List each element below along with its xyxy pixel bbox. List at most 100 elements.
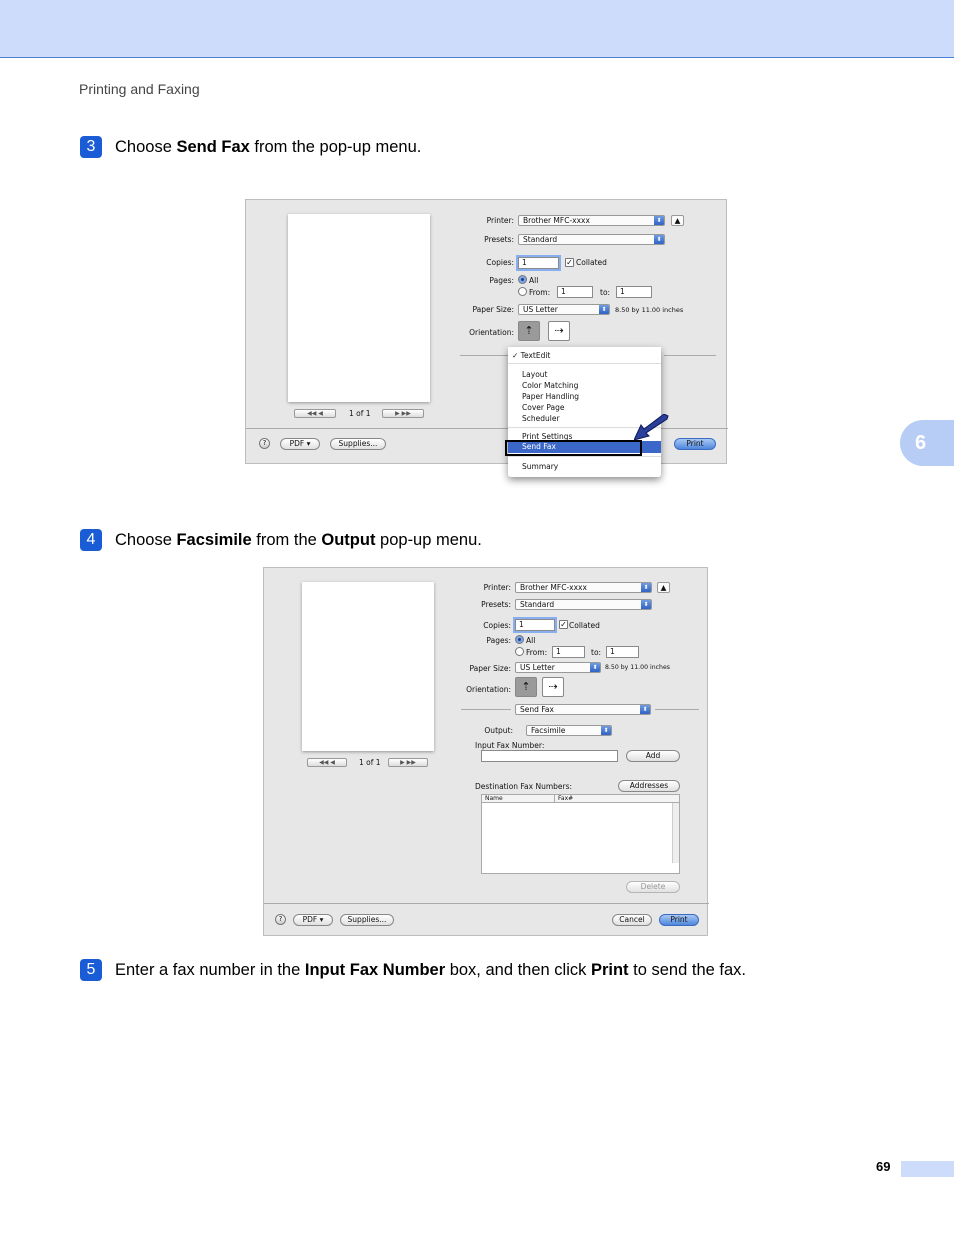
copies-field[interactable]: 1 [518, 257, 559, 269]
supplies-button[interactable]: Supplies... [340, 914, 394, 926]
menu-separator [508, 456, 661, 457]
presets-popup[interactable]: Standard ⬍ [515, 599, 652, 610]
addresses-button[interactable]: Addresses [618, 780, 680, 792]
menu-item-cover-page[interactable]: Cover Page [522, 403, 565, 412]
step-3-text: Choose Send Fax from the pop-up menu. [115, 137, 422, 156]
running-header: Printing and Faxing [79, 81, 200, 97]
popup-arrows-icon: ⬍ [641, 600, 651, 609]
printer-popup[interactable]: Brother MFC-xxxx ⬍ [515, 582, 652, 593]
pane-separator-right [664, 355, 716, 356]
next-last-page-button[interactable]: ▶ ▶▶ [388, 758, 428, 767]
collated-label: Collated [569, 621, 600, 630]
collated-checkbox[interactable]: ✓ [565, 258, 574, 267]
from-field[interactable]: 1 [552, 646, 585, 658]
from-field[interactable]: 1 [557, 286, 593, 298]
next-last-page-button[interactable]: ▶ ▶▶ [382, 409, 424, 418]
paper-size-popup[interactable]: US Letter ⬍ [515, 662, 601, 673]
menu-item-layout[interactable]: Layout [522, 370, 548, 379]
pages-all-radio[interactable] [515, 635, 524, 644]
delete-button[interactable]: Delete [626, 881, 680, 893]
page-counter: 1 of 1 [349, 409, 371, 418]
print-dialog-2: ◀◀ ◀ 1 of 1 ▶ ▶▶ Printer: Brother MFC-xx… [263, 567, 709, 936]
pdf-menu-button[interactable]: PDF ▾ [293, 914, 333, 926]
disclosure-triangle-icon: ▲ [674, 216, 681, 225]
step-3: 3 Choose Send Fax from the pop-up menu. [80, 136, 421, 158]
page-number: 69 [876, 1159, 891, 1174]
pointer-arrow-icon [634, 414, 669, 441]
portrait-orientation-icon[interactable]: ⇡ [515, 677, 537, 697]
copies-field[interactable]: 1 [515, 619, 555, 631]
page-preview [288, 214, 430, 402]
popup-arrows-icon: ⬍ [590, 663, 600, 672]
supplies-button[interactable]: Supplies... [330, 438, 386, 450]
to-field[interactable]: 1 [606, 646, 639, 658]
help-icon[interactable]: ? [275, 914, 286, 925]
first-prev-page-button[interactable]: ◀◀ ◀ [307, 758, 347, 767]
collated-checkbox[interactable]: ✓ [559, 620, 568, 629]
paper-size-popup[interactable]: US Letter ⬍ [518, 304, 610, 315]
pdf-menu-button[interactable]: PDF ▾ [280, 438, 320, 450]
pane-popup-menu: ✓ TextEdit Layout Color Matching Paper H… [508, 347, 661, 477]
pane-popup[interactable]: Send Fax ⬍ [515, 704, 651, 715]
first-prev-page-button[interactable]: ◀◀ ◀ [294, 409, 336, 418]
chapter-number: 6 [915, 431, 927, 454]
destination-fax-label: Destination Fax Numbers: [475, 782, 573, 791]
popup-arrows-icon: ⬍ [641, 583, 651, 592]
landscape-orientation-icon[interactable]: ⇢ [542, 677, 564, 697]
presets-label: Presets: [484, 235, 514, 244]
cancel-button[interactable]: Cancel [612, 914, 652, 926]
output-popup[interactable]: Facsimile ⬍ [526, 725, 612, 736]
step-number-3: 3 [80, 136, 102, 158]
pages-from-label: From: [529, 288, 551, 297]
print-button[interactable]: Print [659, 914, 699, 926]
popup-arrows-icon: ⬍ [654, 216, 664, 225]
pages-label: Pages: [489, 276, 514, 285]
printer-disclosure-button[interactable]: ▲ [657, 582, 670, 593]
pages-from-label: From: [526, 648, 548, 657]
page-preview [302, 582, 434, 751]
paper-dimensions: 8.50 by 11.00 inches [615, 306, 684, 314]
step-4-text: Choose Facsimile from the Output pop-up … [115, 530, 482, 549]
send-fax-highlight-box [505, 440, 642, 456]
pages-all-label: All [529, 276, 539, 285]
landscape-orientation-icon[interactable]: ⇢ [548, 321, 570, 341]
printer-label: Printer: [483, 583, 511, 592]
add-button[interactable]: Add [626, 750, 680, 762]
to-field[interactable]: 1 [616, 286, 652, 298]
menu-separator [508, 363, 661, 364]
printer-popup[interactable]: Brother MFC-xxxx ⬍ [518, 215, 665, 226]
disclosure-triangle-icon: ▲ [660, 583, 667, 592]
paper-size-label: Paper Size: [472, 305, 514, 314]
popup-arrows-icon: ⬍ [601, 726, 611, 735]
table-scrollbar[interactable] [672, 803, 679, 863]
page-counter: 1 of 1 [359, 758, 381, 767]
portrait-orientation-icon[interactable]: ⇡ [518, 321, 540, 341]
pages-all-label: All [526, 636, 536, 645]
pages-from-radio[interactable] [518, 287, 527, 296]
menu-item-textedit[interactable]: ✓ TextEdit [512, 351, 550, 360]
help-icon[interactable]: ? [259, 438, 270, 449]
step-5-text: Enter a fax number in the Input Fax Numb… [115, 960, 746, 979]
pages-label: Pages: [486, 636, 511, 645]
column-header-name[interactable]: Name [482, 795, 555, 803]
orientation-label: Orientation: [469, 328, 514, 337]
step-number-5: 5 [80, 959, 102, 981]
print-button[interactable]: Print [674, 438, 716, 450]
menu-item-color-matching[interactable]: Color Matching [522, 381, 578, 390]
pages-all-radio[interactable] [518, 275, 527, 284]
pane-separator-left [460, 355, 510, 356]
menu-item-scheduler[interactable]: Scheduler [522, 414, 560, 423]
column-header-fax[interactable]: Fax# [555, 795, 679, 803]
input-fax-number-field[interactable] [481, 750, 618, 762]
collated-label: Collated [576, 258, 607, 267]
presets-popup[interactable]: Standard ⬍ [518, 234, 665, 245]
popup-arrows-icon: ⬍ [654, 235, 664, 244]
menu-item-paper-handling[interactable]: Paper Handling [522, 392, 579, 401]
pages-from-radio[interactable] [515, 647, 524, 656]
footer-separator [264, 903, 709, 904]
paper-size-label: Paper Size: [469, 664, 511, 673]
print-dialog-1: ◀◀ ◀ 1 of 1 ▶ ▶▶ Printer: Brother MFC-xx… [245, 199, 728, 477]
printer-disclosure-button[interactable]: ▲ [671, 215, 684, 226]
menu-item-summary[interactable]: Summary [522, 462, 558, 471]
popup-arrows-icon: ⬍ [599, 305, 609, 314]
